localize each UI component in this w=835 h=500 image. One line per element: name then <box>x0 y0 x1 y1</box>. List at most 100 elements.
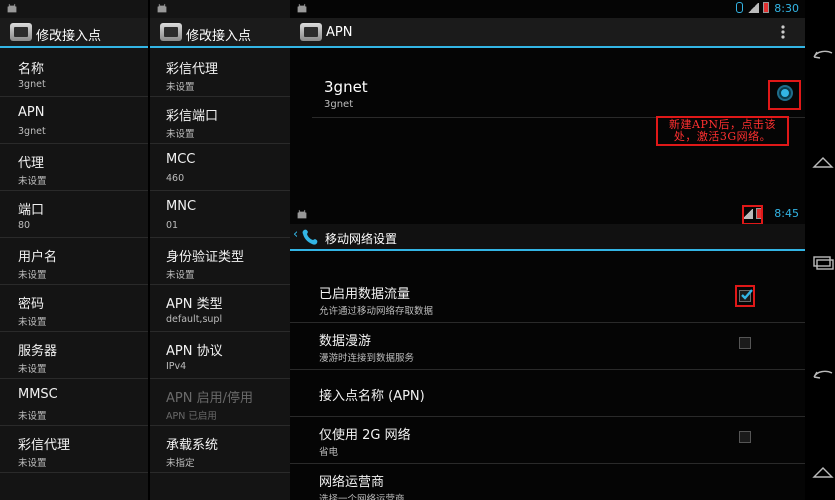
item-label: MNC <box>166 199 197 214</box>
list-item-mms-proxy[interactable]: 彩信代理 未设置 <box>150 50 290 97</box>
list-item-mmsc[interactable]: MMSC 未设置 <box>0 379 148 426</box>
back-icon[interactable] <box>812 48 834 62</box>
navigation-bar <box>805 0 835 500</box>
2g-only-checkbox[interactable] <box>739 431 751 443</box>
item-label: MCC <box>166 152 196 167</box>
list-item-password[interactable]: 密码 未设置 <box>0 285 148 332</box>
item-value: 未设置 <box>166 129 195 140</box>
status-time: 8:30 <box>774 2 799 15</box>
item-label: 彩信端口 <box>166 109 219 124</box>
setting-2g-only[interactable]: 仅使用 2G 网络 省电 <box>290 417 805 464</box>
setting-title: 仅使用 2G 网络 <box>319 428 411 443</box>
item-label: 彩信代理 <box>18 438 71 453</box>
signal-icon <box>747 2 759 13</box>
list-item-mcc[interactable]: MCC 460 <box>150 144 290 191</box>
list-item-server[interactable]: 服务器 未设置 <box>0 332 148 379</box>
settings-app-icon[interactable] <box>160 23 182 41</box>
item-value: 未设置 <box>166 270 195 281</box>
setting-title: 网络运营商 <box>319 475 385 490</box>
item-value: 未设置 <box>18 270 47 281</box>
item-label: APN 启用/停用 <box>166 391 253 406</box>
apn-list-item[interactable]: 3gnet 3gnet <box>312 62 805 118</box>
item-label: 服务器 <box>18 344 58 359</box>
apn-list-panel: 8:30 APN 3gnet 3gnet 新建APN后，点击该 处，激活3G网络… <box>290 0 805 500</box>
item-value: APN 已启用 <box>166 411 217 422</box>
item-value: 未设置 <box>18 364 47 375</box>
overflow-menu-icon[interactable] <box>780 24 786 40</box>
item-label: 用户名 <box>18 250 58 265</box>
bluetooth-icon <box>736 2 743 13</box>
home-icon[interactable] <box>812 465 834 479</box>
action-bar: APN <box>290 18 805 48</box>
battery-icon <box>763 2 769 13</box>
setting-apn[interactable]: 接入点名称 (APN) <box>290 370 805 417</box>
edit-apn-panel-1: 修改接入点 名称 3gnet APN 3gnet 代理 未设置 端口 80 用户名 未设置… <box>0 0 148 500</box>
settings-app-icon[interactable] <box>10 23 32 41</box>
data-roaming-checkbox[interactable] <box>739 337 751 349</box>
item-label: 密码 <box>18 297 45 312</box>
setting-summary: 漫游时连接到数据服务 <box>319 353 415 364</box>
setting-summary: 允许通过移动网络存取数据 <box>319 306 434 317</box>
settings-app-icon[interactable] <box>300 23 322 41</box>
item-label: MMSC <box>18 387 58 402</box>
recent-apps-icon[interactable] <box>812 255 834 271</box>
android-icon <box>297 3 307 13</box>
list-item-apn-protocol[interactable]: APN 协议 IPv4 <box>150 332 290 379</box>
home-icon[interactable] <box>812 155 834 169</box>
list-item-apn-enable: APN 启用/停用 APN 已启用 <box>150 379 290 426</box>
setting-title: 数据漫游 <box>319 334 372 349</box>
list-item-username[interactable]: 用户名 未设置 <box>0 238 148 285</box>
list-item-proxy[interactable]: 代理 未设置 <box>0 144 148 191</box>
item-value: default,supl <box>166 314 223 325</box>
highlight-box <box>768 80 801 110</box>
edit-apn-panel-2: 修改接入点 彩信代理 未设置 彩信端口 未设置 MCC 460 MNC 01 身份验证类… <box>150 0 290 500</box>
list-item-apn-type[interactable]: APN 类型 default,supl <box>150 285 290 332</box>
android-icon <box>7 3 17 13</box>
list-item-mnc[interactable]: MNC 01 <box>150 191 290 238</box>
item-label: 端口 <box>18 203 45 218</box>
list-item-bearer[interactable]: 承载系统 未指定 <box>150 426 290 473</box>
setting-network-operator[interactable]: 网络运营商 选择一个网络运营商 <box>290 464 805 500</box>
phone-icon <box>302 229 318 245</box>
list-item-port[interactable]: 端口 80 <box>0 191 148 238</box>
status-icons <box>736 2 769 13</box>
annotation-line-2: 处，激活3G网络。 <box>673 130 772 143</box>
apn-field-list: 名称 3gnet APN 3gnet 代理 未设置 端口 80 用户名 未设置 密码 未设置… <box>0 50 148 473</box>
setting-summary: 选择一个网络运营商 <box>319 494 405 500</box>
list-item-apn[interactable]: APN 3gnet <box>0 97 148 144</box>
page-title: 移动网络设置 <box>325 232 398 246</box>
setting-data-roaming[interactable]: 数据漫游 漫游时连接到数据服务 <box>290 323 805 370</box>
apn-name: 3gnet <box>324 78 368 96</box>
status-bar: 8:30 <box>290 0 805 18</box>
page-title: 修改接入点 <box>36 29 102 44</box>
item-label: 代理 <box>18 156 45 171</box>
item-value: 未设置 <box>18 317 47 328</box>
android-icon <box>297 209 307 219</box>
item-label: 名称 <box>18 62 45 77</box>
item-label: 承载系统 <box>166 438 219 453</box>
item-label: APN <box>18 105 45 120</box>
page-title: 修改接入点 <box>186 29 252 44</box>
list-item-mms-port[interactable]: 彩信端口 未设置 <box>150 97 290 144</box>
item-value: 80 <box>18 220 31 231</box>
list-item-auth-type[interactable]: 身份验证类型 未设置 <box>150 238 290 285</box>
item-label: APN 协议 <box>166 344 223 359</box>
item-value: IPv4 <box>166 361 187 372</box>
setting-summary: 省电 <box>319 447 339 458</box>
list-item-mms-proxy[interactable]: 彩信代理 未设置 <box>0 426 148 473</box>
item-value: 未指定 <box>166 458 195 469</box>
apn-field-list: 彩信代理 未设置 彩信端口 未设置 MCC 460 MNC 01 身份验证类型 未设置 A… <box>150 50 290 473</box>
list-item-name[interactable]: 名称 3gnet <box>0 50 148 97</box>
item-value: 3gnet <box>18 79 46 90</box>
item-value: 未设置 <box>166 82 195 93</box>
action-bar: 修改接入点 <box>0 18 148 48</box>
setting-title: 接入点名称 (APN) <box>319 389 425 404</box>
back-icon[interactable] <box>812 368 834 382</box>
action-bar-2: ‹ 移动网络设置 <box>290 224 805 251</box>
item-value: 未设置 <box>18 176 47 187</box>
setting-data-enabled[interactable]: 已启用数据流量 允许通过移动网络存取数据 <box>290 276 805 323</box>
status-bar <box>150 0 290 18</box>
apn-value: 3gnet <box>324 99 354 110</box>
back-icon[interactable]: ‹ <box>293 227 298 242</box>
status-time: 8:45 <box>774 207 799 220</box>
